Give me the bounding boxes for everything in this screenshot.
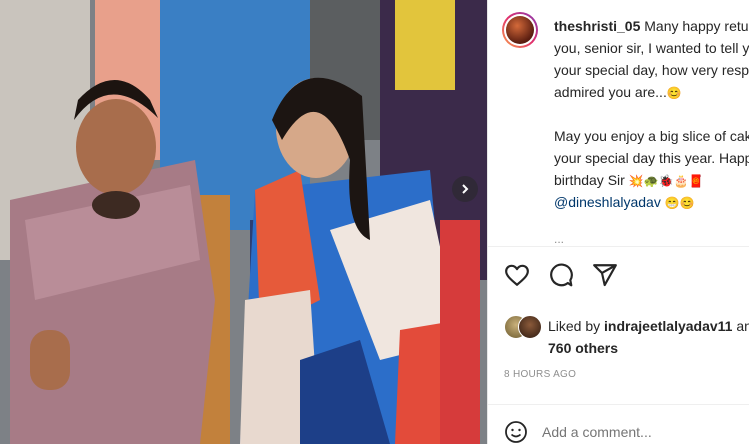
caption-line-7: birthday Sir <box>554 172 625 188</box>
caption-line-2: you, senior sir, I wanted to tell y <box>554 40 749 56</box>
chevron-right-icon <box>462 184 469 194</box>
caption-emoji-3: 😁😊 <box>664 196 695 210</box>
caption-line-1: Many happy retur <box>640 18 749 34</box>
comment-row <box>504 420 722 444</box>
post-timestamp[interactable]: 8 HOURS AGO <box>504 369 576 380</box>
caption-emoji-1: 😊 <box>666 86 682 100</box>
caption-line-6: your special day this year. Happ <box>554 150 749 166</box>
liker-username[interactable]: indrajeetlalyadav11 <box>604 318 732 334</box>
author-avatar[interactable] <box>502 12 538 48</box>
likes-others[interactable]: 760 others <box>548 337 618 359</box>
caption-area: theshristi_05 Many happy retur you, seni… <box>488 0 749 246</box>
send-icon[interactable] <box>592 262 618 288</box>
liker-avatars <box>504 315 542 339</box>
caption-line-5: May you enjoy a big slice of cak <box>554 128 749 144</box>
emoji-icon[interactable] <box>504 420 528 444</box>
heart-icon[interactable] <box>504 262 530 288</box>
likes-suffix: and <box>736 318 749 334</box>
comment-icon[interactable] <box>548 262 574 288</box>
author-username[interactable]: theshristi_05 <box>554 18 640 34</box>
post-side-panel: theshristi_05 Many happy retur you, seni… <box>487 0 749 444</box>
mention-link[interactable]: @dineshlalyadav <box>554 194 661 210</box>
liker-avatar-2 <box>518 315 542 339</box>
post-caption: theshristi_05 Many happy retur you, seni… <box>554 15 749 213</box>
divider <box>488 246 749 247</box>
post-photo[interactable] <box>0 0 487 444</box>
likes-prefix: Liked by <box>548 318 605 334</box>
comment-input[interactable] <box>542 424 722 440</box>
likes-text: Liked by indrajeetlalyadav11 and <box>548 315 749 337</box>
divider <box>488 404 749 405</box>
caption-line-4: admired you are... <box>554 84 667 100</box>
caption-line-3: your special day, how very respo <box>554 62 749 78</box>
caption-emoji-2: 💥🐢🐞🎂🧧 <box>628 174 704 188</box>
post-actions <box>504 262 618 288</box>
next-photo-button[interactable] <box>452 176 478 202</box>
caption-more: ... <box>554 232 565 246</box>
